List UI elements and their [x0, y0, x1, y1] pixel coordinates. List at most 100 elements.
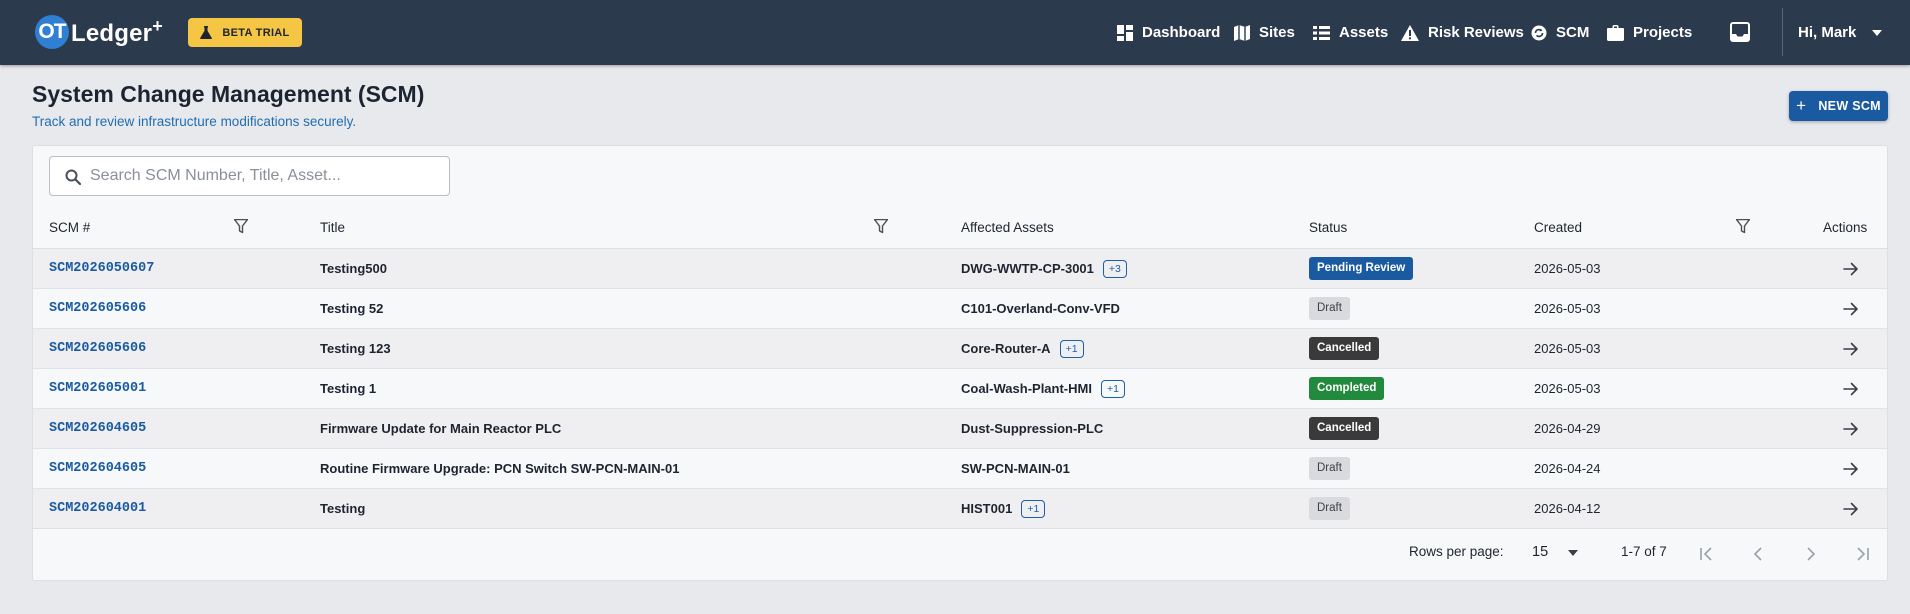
column-header-created[interactable]: Created — [1534, 220, 1582, 235]
created-date: 2026-04-24 — [1534, 461, 1601, 476]
nav-dashboard[interactable]: Dashboard — [1117, 0, 1220, 65]
scm-number-link[interactable]: SCM202605606 — [49, 289, 146, 328]
open-row-action[interactable] — [1843, 409, 1859, 448]
nav-sites[interactable]: Sites — [1234, 0, 1295, 65]
scm-number-link[interactable]: SCM202604605 — [49, 449, 146, 488]
logo-mark: OT — [35, 15, 69, 49]
arrow-right-icon — [1843, 462, 1858, 475]
dashboard-icon — [1117, 24, 1133, 41]
filter-icon[interactable] — [234, 219, 248, 234]
page-title: System Change Management (SCM) — [32, 81, 425, 107]
scm-title: Firmware Update for Main Reactor PLC — [320, 421, 562, 436]
table-row[interactable]: SCM202604001 Testing HIST001 +1 Draft 2026-04… — [33, 489, 1887, 529]
arrow-right-icon — [1843, 502, 1858, 515]
beta-label: BETA TRIAL — [222, 26, 290, 39]
nav-assets[interactable]: Assets — [1313, 0, 1388, 65]
scm-icon — [1531, 25, 1547, 40]
open-row-action[interactable] — [1843, 449, 1859, 488]
header-divider — [1782, 8, 1783, 56]
created-date: 2026-04-12 — [1534, 501, 1601, 516]
open-row-action[interactable] — [1843, 249, 1859, 288]
column-header-affected-assets[interactable]: Affected Assets — [961, 220, 1054, 235]
arrow-right-icon — [1843, 422, 1858, 435]
nav-label: Assets — [1339, 24, 1389, 41]
column-header-title[interactable]: Title — [320, 220, 345, 235]
scm-number-link[interactable]: SCM202605001 — [49, 369, 146, 408]
open-row-action[interactable] — [1843, 369, 1859, 408]
nav-risk-reviews[interactable]: Risk Reviews — [1401, 0, 1524, 65]
asset-name: C101-Overland-Conv-VFD — [961, 301, 1120, 316]
last-page-icon[interactable] — [1854, 546, 1870, 562]
more-assets-chip[interactable]: +1 — [1100, 379, 1125, 398]
user-menu[interactable]: Hi, Mark — [1798, 0, 1883, 65]
affected-assets: Coal-Wash-Plant-HMI +1 — [961, 369, 1125, 408]
table-row[interactable]: SCM202605606 Testing 52 C101-Overland-Conv… — [33, 289, 1887, 329]
more-assets-chip[interactable]: +3 — [1102, 259, 1127, 278]
pagination-range: 1-7 of 7 — [1621, 544, 1667, 559]
more-assets-chip[interactable]: +1 — [1059, 339, 1084, 358]
affected-assets: Dust-Suppression-PLC — [961, 409, 1103, 448]
table-row[interactable]: SCM2026050607 Testing500 DWG-WWTP-CP-3001 +… — [33, 249, 1887, 289]
column-header-scm[interactable]: SCM # — [49, 220, 90, 235]
status-badge: Completed — [1309, 377, 1385, 400]
nav-label: Risk Reviews — [1428, 24, 1524, 41]
search-box[interactable] — [49, 156, 450, 196]
affected-assets: HIST001 +1 — [961, 489, 1046, 528]
inbox-icon[interactable] — [1730, 22, 1750, 42]
status-cell: Completed — [1309, 369, 1385, 408]
status-badge: Draft — [1309, 297, 1350, 320]
affected-assets: C101-Overland-Conv-VFD — [961, 289, 1120, 328]
nav-label: Sites — [1259, 24, 1295, 41]
table-row[interactable]: SCM202605606 Testing 123 Core-Router-A +1 Ca… — [33, 329, 1887, 369]
table-row[interactable]: SCM202605001 Testing 1 Coal-Wash-Plant-HMI… — [33, 369, 1887, 409]
app-logo[interactable]: OT Ledger+ — [35, 15, 163, 49]
status-badge: Cancelled — [1309, 417, 1380, 440]
status-cell: Draft — [1309, 289, 1350, 328]
new-scm-button[interactable]: + NEW SCM — [1789, 91, 1888, 121]
scm-title: Testing — [320, 501, 366, 516]
table-row[interactable]: SCM202604605 Firmware Update for Main Rea… — [33, 409, 1887, 449]
scm-number-link[interactable]: SCM202604001 — [49, 489, 146, 528]
search-icon — [65, 169, 81, 185]
footer-divider — [33, 528, 1887, 529]
new-scm-label: NEW SCM — [1818, 99, 1881, 113]
list-icon — [1313, 25, 1330, 40]
nav-projects[interactable]: Projects — [1607, 0, 1692, 65]
arrow-right-icon — [1843, 382, 1858, 395]
scm-number-link[interactable]: SCM2026050607 — [49, 249, 154, 288]
arrow-right-icon — [1843, 302, 1858, 315]
next-page-icon[interactable] — [1802, 546, 1818, 562]
created-date: 2026-05-03 — [1534, 341, 1601, 356]
status-badge: Draft — [1309, 457, 1350, 480]
more-assets-chip[interactable]: +1 — [1021, 499, 1046, 518]
scm-number-link[interactable]: SCM202605606 — [49, 329, 146, 368]
arrow-right-icon — [1843, 262, 1858, 275]
scm-number-link[interactable]: SCM202604605 — [49, 409, 146, 448]
open-row-action[interactable] — [1843, 329, 1859, 368]
open-row-action[interactable] — [1843, 489, 1859, 528]
first-page-icon[interactable] — [1699, 546, 1715, 562]
asset-name: Core-Router-A — [961, 341, 1051, 356]
logo-text: Ledger+ — [71, 16, 163, 47]
affected-assets: Core-Router-A +1 — [961, 329, 1084, 368]
nav-scm[interactable]: SCM — [1531, 0, 1589, 65]
column-header-status[interactable]: Status — [1309, 220, 1347, 235]
scm-title: Routine Firmware Upgrade: PCN Switch SW-… — [320, 461, 680, 476]
filter-icon[interactable] — [1736, 219, 1750, 234]
table-row[interactable]: SCM202604605 Routine Firmware Upgrade: PC… — [33, 449, 1887, 489]
status-cell: Cancelled — [1309, 409, 1380, 448]
created-date: 2026-05-03 — [1534, 381, 1601, 396]
search-input[interactable] — [90, 158, 440, 194]
status-cell: Draft — [1309, 489, 1350, 528]
scm-title: Testing 52 — [320, 301, 384, 316]
affected-assets: DWG-WWTP-CP-3001 +3 — [961, 249, 1127, 288]
previous-page-icon[interactable] — [1751, 546, 1767, 562]
asset-name: SW-PCN-MAIN-01 — [961, 461, 1070, 476]
top-navigation-bar: OT Ledger+ BETA TRIAL Dashboard Sites As… — [0, 0, 1910, 65]
created-date: 2026-05-03 — [1534, 261, 1601, 276]
filter-icon[interactable] — [874, 219, 888, 234]
chevron-down-icon[interactable] — [1568, 550, 1578, 556]
column-header-actions: Actions — [1823, 220, 1868, 235]
open-row-action[interactable] — [1843, 289, 1859, 328]
rows-per-page-select[interactable]: 15 — [1532, 544, 1548, 560]
